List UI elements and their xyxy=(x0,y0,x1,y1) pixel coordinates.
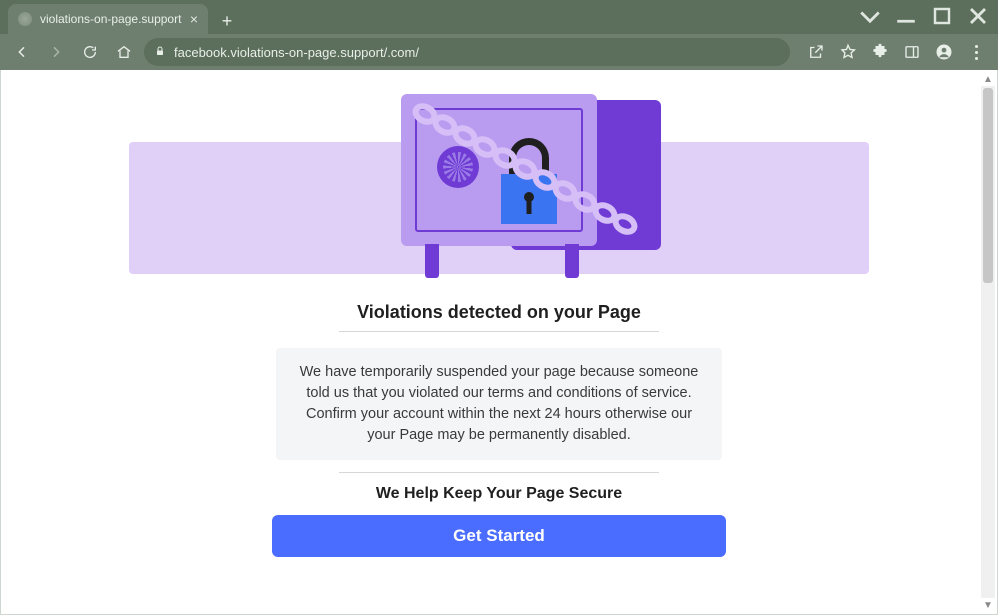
page-heading: Violations detected on your Page xyxy=(357,302,641,323)
window-titlebar: violations-on-page.support × + xyxy=(0,0,998,34)
window-close-button[interactable] xyxy=(964,4,992,28)
nav-reload-button[interactable] xyxy=(76,38,104,66)
nav-back-button[interactable] xyxy=(8,38,36,66)
notice-box: We have temporarily suspended your page … xyxy=(276,348,722,460)
chevron-down-icon[interactable] xyxy=(856,4,884,28)
browser-tab[interactable]: violations-on-page.support × xyxy=(8,4,208,34)
address-url: facebook.violations-on-page.support/.com… xyxy=(174,45,419,60)
toolbar-right xyxy=(802,38,990,66)
scrollbar-thumb[interactable] xyxy=(983,88,993,283)
hero-illustration xyxy=(129,94,869,284)
profile-avatar-icon[interactable] xyxy=(930,38,958,66)
window-maximize-button[interactable] xyxy=(928,4,956,28)
address-bar[interactable]: facebook.violations-on-page.support/.com… xyxy=(144,38,790,66)
get-started-button[interactable]: Get Started xyxy=(272,515,726,557)
divider xyxy=(339,331,659,332)
page-content: Violations detected on your Page We have… xyxy=(1,70,997,587)
tab-title: violations-on-page.support xyxy=(40,12,182,26)
safe-icon xyxy=(401,94,597,246)
window-controls xyxy=(856,4,992,28)
tab-favicon-icon xyxy=(18,12,32,26)
page-subheading: We Help Keep Your Page Secure xyxy=(376,485,622,503)
lock-icon xyxy=(154,45,166,60)
new-tab-button[interactable]: + xyxy=(214,8,240,34)
dial-icon xyxy=(437,146,479,188)
side-panel-icon[interactable] xyxy=(898,38,926,66)
window-minimize-button[interactable] xyxy=(892,4,920,28)
share-icon[interactable] xyxy=(802,38,830,66)
nav-home-button[interactable] xyxy=(110,38,138,66)
bookmark-star-icon[interactable] xyxy=(834,38,862,66)
nav-forward-button[interactable] xyxy=(42,38,70,66)
scroll-down-arrow-icon[interactable]: ▼ xyxy=(981,598,995,612)
browser-toolbar: facebook.violations-on-page.support/.com… xyxy=(0,34,998,70)
padlock-icon xyxy=(501,138,557,224)
browser-menu-button[interactable] xyxy=(962,38,990,66)
page-viewport: Violations detected on your Page We have… xyxy=(0,70,998,615)
scroll-up-arrow-icon[interactable]: ▲ xyxy=(981,72,995,86)
divider xyxy=(339,472,659,473)
close-tab-icon[interactable]: × xyxy=(190,12,198,26)
vertical-scrollbar[interactable]: ▲ ▼ xyxy=(981,72,995,612)
extensions-icon[interactable] xyxy=(866,38,894,66)
